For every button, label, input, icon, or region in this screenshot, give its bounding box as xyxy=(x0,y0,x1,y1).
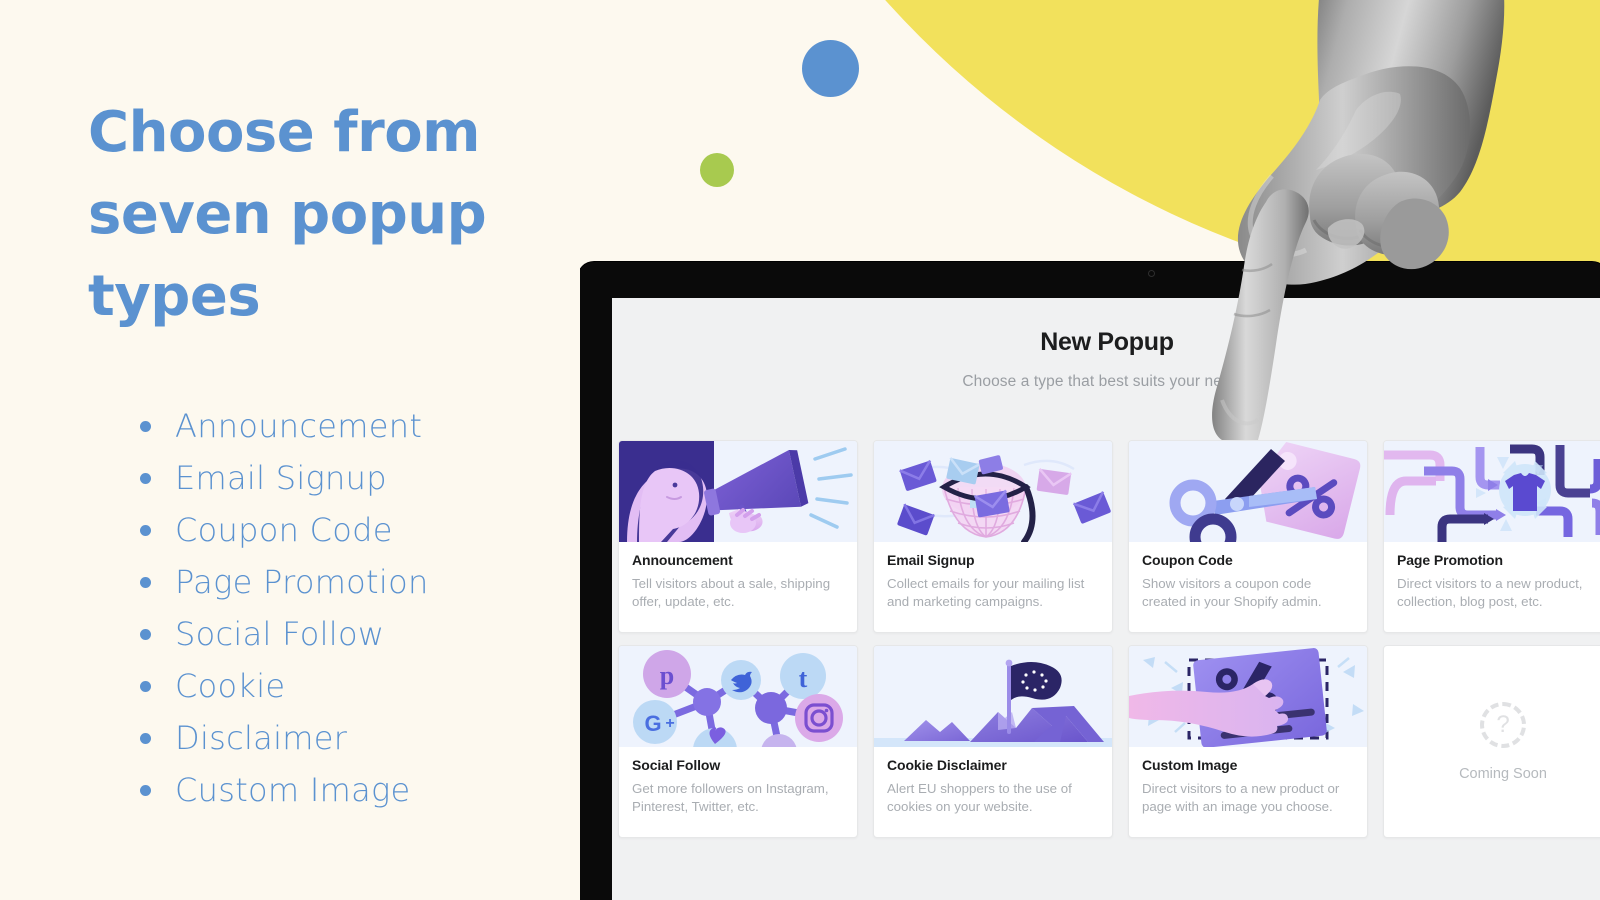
arrow-pipes-tshirt-illustration xyxy=(1384,441,1600,542)
coming-soon-label: Coming Soon xyxy=(1459,765,1547,782)
card-body: Page Promotion Direct visitors to a new … xyxy=(1384,542,1600,611)
bullet-icon xyxy=(140,524,151,536)
bullet-icon xyxy=(140,784,151,796)
popup-type-grid: Announcement Tell visitors about a sale,… xyxy=(612,440,1600,838)
modal-subtitle: Choose a type that best suits your needs… xyxy=(962,373,1252,390)
list-item-label: Page Promotion xyxy=(175,563,429,601)
list-item: Social Follow xyxy=(140,608,429,660)
promo-panel: Choose from seven popup types Announceme… xyxy=(0,0,580,900)
question-mark-glyph: ? xyxy=(1496,710,1510,738)
popup-type-card-social-follow[interactable]: p G + t Social Follow Get more followers… xyxy=(618,645,858,838)
social-network-graph-illustration: p G + t xyxy=(619,646,857,747)
list-item-label: Social Follow xyxy=(175,615,385,653)
svg-text:+: + xyxy=(665,715,674,732)
list-item: Cookie xyxy=(140,660,429,712)
green-circle-decoration xyxy=(700,153,734,187)
list-item-label: Custom Image xyxy=(175,771,411,809)
popup-type-card-custom-image[interactable]: Custom Image Direct visitors to a new pr… xyxy=(1128,645,1368,838)
card-description: Alert EU shoppers to the use of cookies … xyxy=(887,781,1072,814)
scissors-price-tag-illustration xyxy=(1129,441,1367,542)
card-body: Social Follow Get more followers on Inst… xyxy=(619,747,857,816)
svg-text:t: t xyxy=(799,664,808,693)
bullet-icon xyxy=(140,472,151,484)
list-item-label: Cookie xyxy=(175,667,286,705)
popup-type-card-cookie-disclaimer[interactable]: Cookie Disclaimer Alert EU shoppers to t… xyxy=(873,645,1113,838)
list-item: Disclaimer xyxy=(140,712,429,764)
card-title: Cookie Disclaimer xyxy=(887,757,1007,773)
list-item: Announcement xyxy=(140,400,429,452)
modal-header: New Popup Choose a type that best suits … xyxy=(612,298,1600,391)
card-title: Announcement xyxy=(632,552,733,568)
list-item: Custom Image xyxy=(140,764,429,816)
svg-text:p: p xyxy=(660,661,674,690)
eu-flag-mountain-illustration xyxy=(874,646,1112,747)
card-body: Email Signup Collect emails for your mai… xyxy=(874,542,1112,611)
blue-circle-decoration xyxy=(802,40,859,97)
list-item: Email Signup xyxy=(140,452,429,504)
card-title: Custom Image xyxy=(1142,757,1238,773)
modal-title: New Popup xyxy=(1040,328,1174,356)
card-body: Custom Image Direct visitors to a new pr… xyxy=(1129,747,1367,816)
bullet-icon xyxy=(140,732,151,744)
list-item-label: Announcement xyxy=(175,407,423,445)
list-item: Coupon Code xyxy=(140,504,429,556)
card-description: Direct visitors to a new product or page… xyxy=(1142,781,1340,814)
card-title: Email Signup xyxy=(887,552,975,568)
popup-type-card-email-signup[interactable]: Email Signup Collect emails for your mai… xyxy=(873,440,1113,633)
card-description: Get more followers on Instagram, Pintere… xyxy=(632,781,829,814)
page-title: Choose from seven popup types xyxy=(88,100,487,329)
megaphone-illustration xyxy=(619,441,857,542)
bullet-icon xyxy=(140,680,151,692)
card-description: Collect emails for your mailing list and… xyxy=(887,576,1085,609)
hand-placing-poster-illustration xyxy=(1129,646,1367,747)
popup-type-card-page-promotion[interactable]: Page Promotion Direct visitors to a new … xyxy=(1383,440,1600,633)
card-description: Tell visitors about a sale, shipping off… xyxy=(632,576,831,609)
laptop-webcam xyxy=(1148,270,1155,277)
popup-type-card-coupon-code[interactable]: Coupon Code Show visitors a coupon code … xyxy=(1128,440,1368,633)
card-title: Coupon Code xyxy=(1142,552,1233,568)
card-title: Page Promotion xyxy=(1397,552,1503,568)
popup-type-card-coming-soon: ? Coming Soon xyxy=(1383,645,1600,838)
card-title: Social Follow xyxy=(632,757,721,773)
laptop-screen: New Popup Choose a type that best suits … xyxy=(612,298,1600,900)
question-mark-dashed-circle-icon: ? xyxy=(1480,701,1526,748)
list-item: Page Promotion xyxy=(140,556,429,608)
list-item-label: Coupon Code xyxy=(175,511,393,549)
bullet-icon xyxy=(140,628,151,640)
list-item-label: Email Signup xyxy=(175,459,387,497)
popup-type-list: Announcement Email Signup Coupon Code Pa… xyxy=(140,400,429,816)
card-description: Direct visitors to a new product, collec… xyxy=(1397,576,1583,609)
yellow-curve-fill xyxy=(1250,0,1600,290)
card-body: Cookie Disclaimer Alert EU shoppers to t… xyxy=(874,747,1112,816)
card-body: Announcement Tell visitors about a sale,… xyxy=(619,542,857,611)
svg-text:G: G xyxy=(644,711,661,736)
bullet-icon xyxy=(140,576,151,588)
card-body: Coupon Code Show visitors a coupon code … xyxy=(1129,542,1367,611)
bullet-icon xyxy=(140,420,151,432)
net-catching-envelopes-illustration xyxy=(874,441,1112,542)
list-item-label: Disclaimer xyxy=(175,719,348,757)
popup-type-card-announcement[interactable]: Announcement Tell visitors about a sale,… xyxy=(618,440,858,633)
card-description: Show visitors a coupon code created in y… xyxy=(1142,576,1322,609)
